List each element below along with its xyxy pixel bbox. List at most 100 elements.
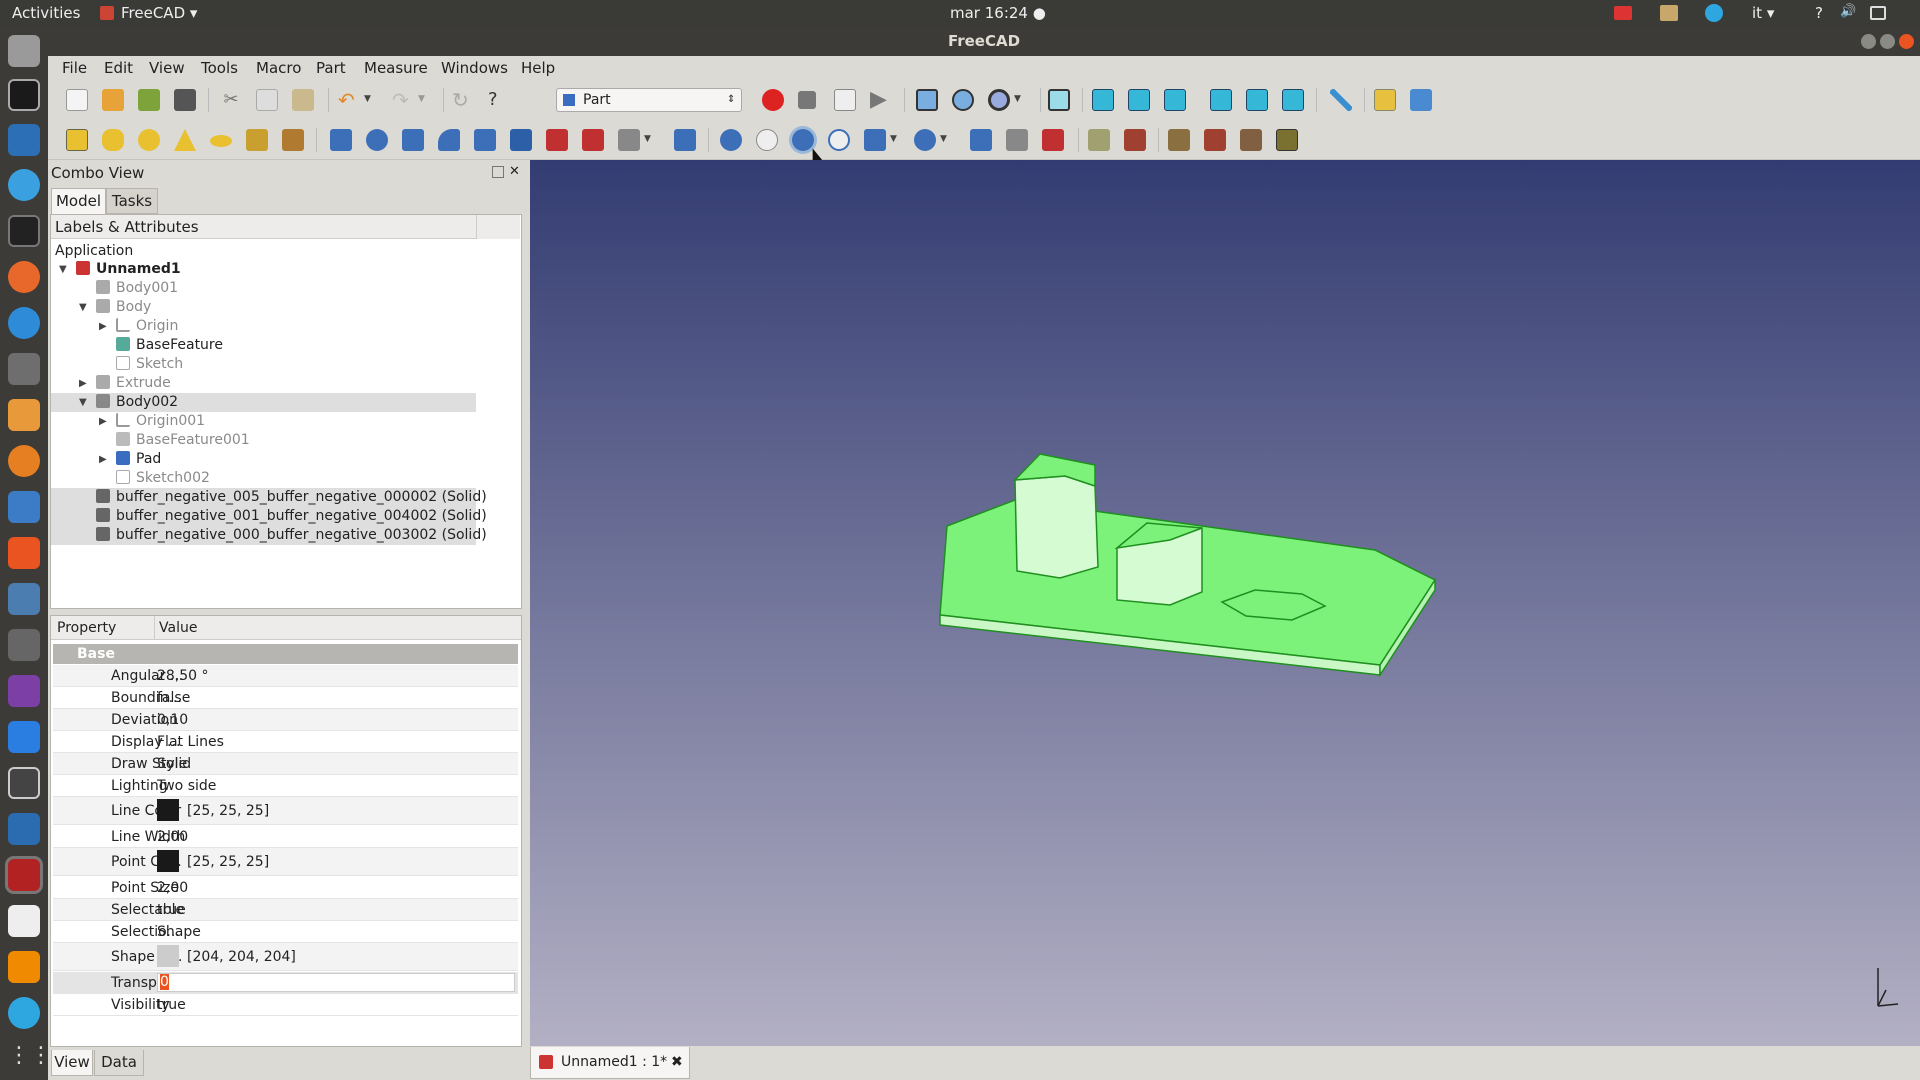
tab-tasks[interactable]: Tasks [106,188,158,214]
close-button[interactable] [1899,34,1914,49]
power-icon[interactable] [1870,6,1886,20]
tab-view[interactable]: View [51,1050,93,1076]
cylinder-icon[interactable] [102,129,124,151]
top-view-icon[interactable] [1128,89,1150,111]
float-panel-icon[interactable] [492,166,504,178]
sweep-icon[interactable] [618,129,640,151]
cross-sections-icon[interactable] [1042,129,1064,151]
mirror-icon[interactable] [402,129,424,151]
software-center-icon[interactable] [8,537,40,569]
webcam-icon[interactable] [8,767,40,799]
freecad-dock-icon[interactable] [8,859,40,891]
writer-icon[interactable] [8,124,40,156]
tree-item-solid-1[interactable]: buffer_negative_005_buffer_negative_0000… [96,488,487,507]
property-row[interactable]: Shape C... [204, 204, 204] [53,943,518,971]
files-icon[interactable] [8,35,40,67]
edit-macro-icon[interactable] [834,89,856,111]
settings-icon[interactable] [8,583,40,615]
inkscape-icon[interactable] [8,79,40,111]
property-row[interactable]: Deviation 0,10 [53,709,518,731]
compound-icon[interactable] [970,129,992,151]
draw-style-icon[interactable] [988,89,1010,111]
close-panel-icon[interactable]: ✕ [509,164,520,179]
terminal-icon[interactable] [8,215,40,247]
join-features-icon[interactable] [864,129,886,151]
right-view-icon[interactable] [1164,89,1186,111]
property-row[interactable]: Lighting Two side [53,775,518,797]
property-row[interactable]: Boundin... false [53,687,518,709]
record-macro-icon[interactable] [762,89,784,111]
property-row[interactable]: Angular ... 28,50 ° [53,665,518,687]
run-macro-icon[interactable]: ▶ [870,89,892,111]
sound-icon[interactable]: 🔊 [1840,4,1856,19]
redo-icon[interactable]: ↷ [392,89,414,111]
sphere-icon[interactable] [138,129,160,151]
menu-view[interactable]: View [149,59,185,77]
telegram-dock-icon[interactable] [8,997,40,1029]
measure-toggle-icon[interactable] [1240,129,1262,151]
refresh-icon[interactable]: ↻ [452,89,474,111]
property-row[interactable]: Visibility true [53,994,518,1016]
save-icon[interactable] [138,89,160,111]
menu-edit[interactable]: Edit [104,59,133,77]
chamfer-icon[interactable] [474,129,496,151]
cone-icon[interactable] [174,129,196,151]
text-editor-icon[interactable] [8,905,40,937]
revolve-icon[interactable] [366,129,388,151]
activities-button[interactable]: Activities [12,4,80,22]
isometric-view-icon[interactable] [1048,89,1070,111]
join-dropdown-icon[interactable]: ▼ [890,134,912,156]
measure-clear-icon[interactable] [1204,129,1226,151]
app-menu-button[interactable]: FreeCAD ▾ [121,4,197,22]
undo-dropdown-icon[interactable]: ▼ [364,94,386,116]
bottom-view-icon[interactable] [1246,89,1268,111]
property-row[interactable]: Point Size 2,00 [53,877,518,899]
fit-all-icon[interactable] [916,89,938,111]
expanded-arrow-icon[interactable]: ▼ [59,264,67,275]
tree-item-extrude[interactable]: Extrude [96,374,171,393]
open-icon[interactable] [102,89,124,111]
torus-icon[interactable] [210,135,232,147]
camera-icon[interactable] [8,629,40,661]
tab-data[interactable]: Data [94,1050,144,1076]
maximize-button[interactable] [1880,34,1895,49]
virtualbox-icon[interactable] [8,813,40,845]
undo-icon[interactable]: ↶ [338,89,360,111]
fillet-icon[interactable] [438,129,460,151]
help-icon[interactable]: ? [1815,4,1823,22]
menu-help[interactable]: Help [521,59,555,77]
tube-icon[interactable] [246,129,268,151]
shape-color-swatch[interactable] [157,945,179,967]
measure-distance-icon[interactable] [1330,89,1352,111]
drawing-icon[interactable] [8,399,40,431]
clipboard-icon[interactable] [1660,5,1678,21]
chrome-icon[interactable] [8,169,40,201]
telegram-icon[interactable] [1705,4,1723,22]
make-face-icon[interactable] [510,129,532,151]
firefox-icon[interactable] [8,261,40,293]
measure-refresh-icon[interactable] [1168,129,1190,151]
stop-macro-icon[interactable] [798,91,816,109]
front-view-icon[interactable] [1092,89,1114,111]
tree-item-pad[interactable]: Pad [116,450,161,469]
cube-icon[interactable] [66,129,88,151]
ruled-surface-icon[interactable] [546,129,568,151]
menu-measure[interactable]: Measure [364,59,428,77]
new-icon[interactable] [66,89,88,111]
split-dropdown-icon[interactable]: ▼ [940,134,962,156]
property-row[interactable]: Point Co... [25, 25, 25] [53,848,518,876]
measure-3d-icon[interactable] [1276,129,1298,151]
line-color-swatch[interactable] [157,799,179,821]
cut-icon[interactable]: ✂ [220,89,242,111]
collapsed-arrow-icon[interactable]: ▶ [99,321,107,332]
tree-item-basefeature001[interactable]: BaseFeature001 [116,431,250,450]
tree-item-body[interactable]: Body [96,298,151,317]
tree-item-sketch[interactable]: Sketch [116,355,183,374]
close-tab-icon[interactable]: ✖ [671,1047,683,1077]
property-row[interactable]: Selectio... Shape [53,921,518,943]
tree-item-unnamed1[interactable]: Unnamed1 [76,260,181,279]
paste-icon[interactable] [292,89,314,111]
record-icon[interactable] [1614,6,1632,20]
tree-item-body001[interactable]: Body001 [96,279,178,298]
tab-model[interactable]: Model [51,188,106,214]
